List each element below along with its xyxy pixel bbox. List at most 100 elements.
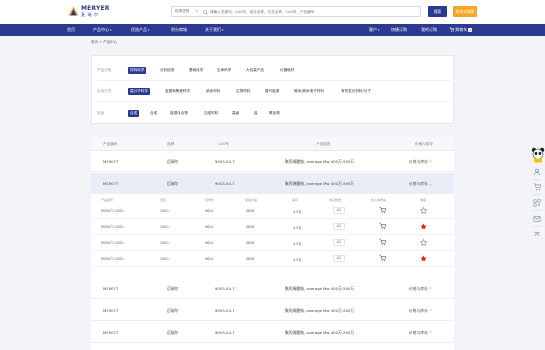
filter-row-category: 产品分类 材料科学 分析检测 基础化学 生命科学 大包装产品 仪器耗材: [92, 62, 455, 79]
filter-option[interactable]: 高分子科学: [128, 88, 150, 95]
product-description: 聚丙烯酸钠, average Mw 400万-500万: [285, 308, 355, 313]
column-header: 品牌: [167, 142, 175, 146]
nav-item-quick-order[interactable]: 快捷订购: [391, 27, 407, 33]
filter-option[interactable]: 合成: [128, 110, 140, 117]
quantity-input[interactable]: 21: [333, 223, 345, 230]
favorite-star-filled-icon[interactable]: [420, 222, 427, 230]
brand: 迈瑞尔: [167, 308, 179, 313]
cart-icon[interactable]: [533, 183, 541, 191]
add-to-cart-icon[interactable]: [379, 207, 386, 214]
structure-search-button[interactable]: 结构式搜索: [453, 6, 477, 17]
filter-option[interactable]: 高级: [230, 110, 241, 117]
site-logo[interactable]: MERYER 麦 瑞 尔: [68, 5, 110, 19]
filter-option[interactable]: 金属和陶瓷科学: [163, 88, 192, 95]
price-stock-toggle[interactable]: 价格与库存﹀: [409, 330, 432, 336]
brand-name: MERYER: [81, 5, 110, 12]
breadcrumb[interactable]: 首页 > 产品中心: [91, 40, 117, 45]
price-stock-toggle[interactable]: 价格与库存︿: [409, 181, 432, 187]
table-row[interactable]: M29077 迈瑞尔 9003-04-7 聚丙烯酸钠, average Mw 4…: [91, 151, 454, 172]
sub-column-header: 加入购物车: [371, 198, 387, 202]
nav-item-featured[interactable]: 优选产品▾: [131, 27, 150, 33]
divider: [533, 194, 541, 195]
filter-option[interactable]: 替代能源: [263, 88, 281, 95]
nav-item-cart[interactable]: 购物车 0: [449, 27, 473, 33]
sku-code: M29077-100G: [101, 225, 124, 229]
filter-option[interactable]: 纳米材料: [204, 88, 222, 95]
product-code: M29077: [103, 286, 119, 291]
add-to-cart-icon[interactable]: [379, 239, 386, 246]
nav-item-customer[interactable]: 客户▾: [369, 27, 380, 33]
product-description: 聚丙烯酸钠, average Mw 400万-500万: [285, 286, 355, 291]
filter-option[interactable]: 微米/纳米电子材料: [292, 88, 326, 95]
back-to-top-icon[interactable]: [533, 231, 541, 239]
filter-option[interactable]: 基础化学: [187, 67, 205, 74]
filter-option[interactable]: 大包装产品: [244, 67, 266, 74]
filter-option[interactable]: 加成材料: [202, 110, 220, 117]
column-header: 产品描述: [316, 142, 331, 146]
filter-option[interactable]: 有机发光材料/分子: [339, 88, 373, 95]
favorite-star-icon[interactable]: [420, 206, 427, 214]
divider: [533, 179, 541, 180]
price-stock-toggle[interactable]: 价格与库存﹀: [409, 286, 432, 292]
main-nav: 首页 产品中心▾ 优选产品▾ 积分商城 关于我们▾ 客户▾ 快捷订购 我的订购 …: [0, 24, 545, 36]
sku-stock: 3-5天: [293, 242, 302, 246]
table-row[interactable]: M29077 迈瑞尔 9003-04-7 聚丙烯酸钠, average Mw 4…: [91, 300, 454, 321]
filter-option[interactable]: 能源化合物: [168, 110, 190, 117]
quantity-input[interactable]: 21: [333, 255, 345, 262]
favorite-star-icon[interactable]: [420, 238, 427, 246]
quantity-input[interactable]: 21: [333, 239, 345, 246]
filter-row-usage: 用途 合成 合成 能源化合物 加成材料 高级 盐 氧化物: [92, 105, 455, 122]
filter-option[interactable]: 仪器耗材: [278, 67, 296, 74]
cas-number: 9003-04-7: [215, 181, 235, 186]
product-code: M29077: [103, 330, 119, 335]
qr-code-icon[interactable]: [533, 199, 541, 207]
filter-option[interactable]: 氧化物: [267, 110, 282, 117]
filter-option[interactable]: 盐: [252, 110, 260, 117]
divider: [533, 226, 541, 227]
add-to-cart-icon[interactable]: [379, 223, 386, 230]
nav-item-points-mall[interactable]: 积分商城: [171, 27, 187, 33]
sku-stock: 3-5天: [293, 258, 302, 262]
table-row[interactable]: M29077 迈瑞尔 9003-04-7 聚丙烯酸钠, average Mw 4…: [91, 173, 454, 194]
nav-item-about[interactable]: 关于我们▾: [205, 27, 224, 33]
search-input[interactable]: [210, 8, 415, 16]
table-row[interactable]: M29077 迈瑞尔 9003-04-7 聚丙烯酸钠, average Mw 4…: [91, 278, 454, 299]
filter-option[interactable]: 合成: [148, 110, 159, 117]
chevron-down-icon: ﹀: [428, 287, 432, 291]
sku-pack: 100G: [160, 209, 169, 213]
cas-number: 9003-04-7: [215, 159, 235, 164]
cas-number: 9003-04-7: [215, 330, 235, 335]
quantity-input[interactable]: 21: [333, 207, 345, 214]
floating-toolbar: [531, 147, 545, 247]
sku-list-price: ¥624: [205, 225, 214, 229]
price-stock-toggle[interactable]: 价格与库存﹀: [409, 159, 432, 165]
sub-column-header: 购买数量: [329, 198, 342, 202]
filter-option[interactable]: 分析检测: [158, 67, 176, 74]
sku-sale-price: ¥628: [246, 225, 255, 229]
nav-item-products[interactable]: 产品中心▾: [93, 27, 112, 33]
search-category-select[interactable]: 化学试剂: [175, 9, 189, 14]
user-icon[interactable]: [533, 168, 541, 176]
chevron-down-icon: ▾: [378, 28, 380, 32]
sku-sale-price: ¥628: [246, 257, 255, 261]
column-header: CAS号: [218, 142, 229, 146]
nav-item-home[interactable]: 首页: [67, 27, 75, 33]
table-row[interactable]: M29077 迈瑞尔 9003-04-7 聚丙烯酸钠, average Mw 4…: [91, 322, 454, 343]
panda-mascot-icon[interactable]: [531, 147, 545, 163]
product-code: M29077: [103, 308, 119, 313]
filter-panel: 产品分类 材料科学 分析检测 基础化学 生命科学 大包装产品 仪器耗材 应用方向…: [91, 55, 454, 124]
price-stock-toggle[interactable]: 价格与库存﹀: [409, 308, 432, 314]
favorite-star-filled-icon[interactable]: [420, 254, 427, 262]
sku-code: M29077-100G: [101, 241, 124, 245]
filter-option[interactable]: 材料科学: [128, 67, 147, 74]
mail-icon[interactable]: [533, 215, 541, 223]
add-to-cart-icon[interactable]: [379, 255, 386, 262]
sku-stock: 3-5天: [293, 226, 302, 230]
cart-icon: [449, 27, 455, 32]
nav-item-my-orders[interactable]: 我的订购: [421, 27, 437, 33]
filter-option[interactable]: 生物材料: [234, 88, 252, 95]
search-button[interactable]: 搜索: [428, 6, 447, 17]
sub-column-header: 库存: [292, 198, 299, 202]
sku-row: M29077-100G 100G ¥624 ¥628 3-5天 21: [91, 252, 454, 267]
filter-option[interactable]: 生命科学: [215, 67, 233, 74]
